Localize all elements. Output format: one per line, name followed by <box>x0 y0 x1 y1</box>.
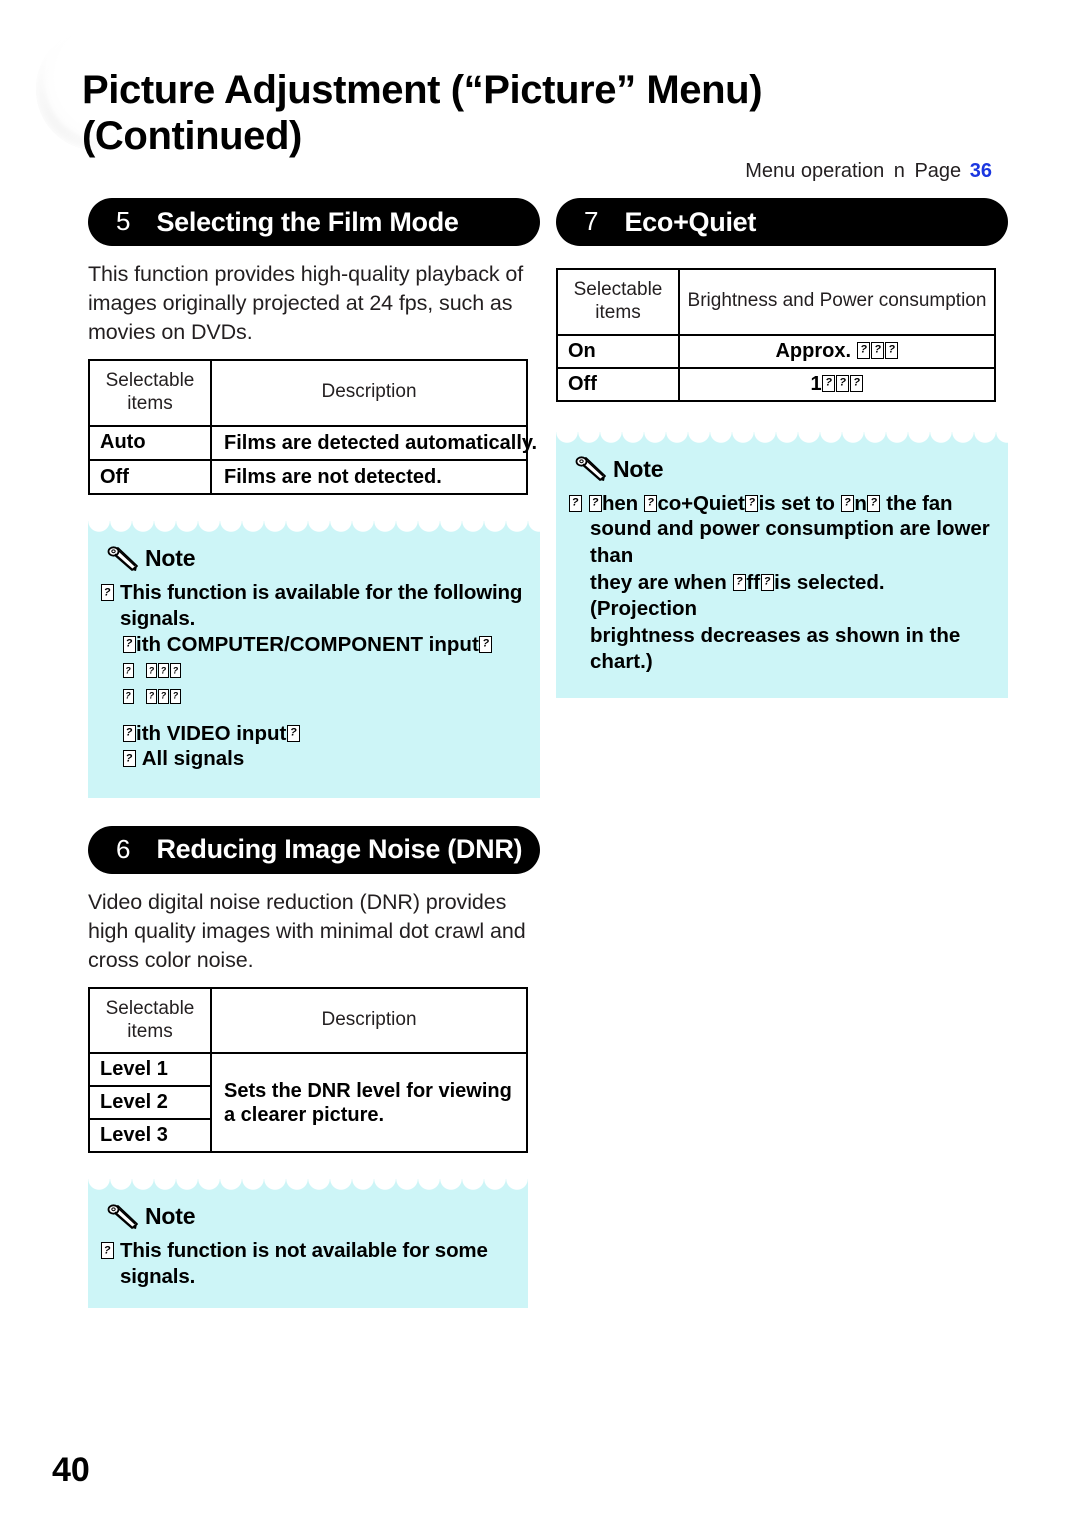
note-item-text: This function is available for the follo… <box>120 581 523 631</box>
dnr-table: Selectable items Description Level 1 Sets… <box>88 986 528 1154</box>
table-header-row: Selectable items Brightness and Power con… <box>556 268 996 336</box>
scalloped-edge-decoration <box>88 1179 528 1191</box>
column-header-selectable-items: Selectable items <box>88 359 212 427</box>
eco-quiet-table: Selectable items Brightness and Power con… <box>556 268 996 402</box>
note-body-film-mode: This function is available for the follo… <box>100 580 524 631</box>
note-box-dnr: Note This function is not available for … <box>88 1179 528 1308</box>
row-description-off: Films are not detected. <box>210 459 528 496</box>
row-item-level-3: Level 3 <box>88 1118 212 1154</box>
pencil-icon <box>106 546 140 572</box>
note-box-eco-quiet: Note hen co+Quietis set to n the fan sou… <box>556 431 1008 699</box>
column-header-brightness-power: Brightness and Power consumption <box>678 268 996 336</box>
page-title-line-1: Picture Adjustment (“Picture” Menu) <box>82 68 763 112</box>
note-signal-all: All signals <box>122 746 524 772</box>
note-line-3: they are when ffis selected. (Projection <box>590 570 992 623</box>
row-item-auto: Auto <box>88 424 212 462</box>
pencil-icon <box>106 1204 140 1230</box>
note-header: Note <box>106 545 524 572</box>
right-column: 7 Eco+Quiet Selectable items Brightness a… <box>556 198 1008 699</box>
note-line-4: brightness decreases as shown in the cha… <box>590 623 961 674</box>
bullet-tofu-glyph <box>100 580 114 606</box>
row-item-off: Off <box>88 459 212 496</box>
left-column: 5 Selecting the Film Mode This function … <box>88 198 540 1308</box>
table-row: Auto Films are detected automatically. <box>88 424 537 462</box>
scalloped-edge-decoration <box>556 431 1008 443</box>
arrow-right-icon: n <box>893 160 905 182</box>
row-item-level-2: Level 2 <box>88 1085 212 1120</box>
page-cross-reference-number: 36 <box>969 160 992 182</box>
section-number: 6 <box>116 833 131 864</box>
note-label: Note <box>145 1203 196 1230</box>
table-row: Off Films are not detected. <box>88 459 528 496</box>
note-header: Note <box>106 1203 512 1230</box>
note-item-text: This function is not available for some … <box>120 1239 488 1289</box>
section-title: Selecting the Film Mode <box>156 206 459 237</box>
pencil-icon <box>574 456 608 482</box>
note-subheading-video: ith VIDEO input <box>122 721 524 747</box>
row-value-off: 1 <box>678 366 996 402</box>
note-header: Note <box>574 456 992 483</box>
row-description-auto: Films are detected automatically. <box>210 424 537 462</box>
section-title: Reducing Image Noise (DNR) <box>156 834 523 865</box>
row-value-on: Approx. <box>678 333 996 369</box>
row-item-level-1: Level 1 <box>88 1052 212 1088</box>
table-row: Level 1 Sets the DNR level for viewing a… <box>88 1052 528 1154</box>
note-signal-line-1 <box>122 657 524 683</box>
film-mode-intro-text: This function provides high-quality play… <box>88 262 524 345</box>
note-line-2: sound and power consumption are lower th… <box>590 517 990 567</box>
page-title: Picture Adjustment (“Picture” Menu) (Con… <box>82 68 982 159</box>
film-mode-table: Selectable items Description Auto Films a… <box>88 359 537 496</box>
note-item: This function is available for the follo… <box>100 580 524 631</box>
page-title-line-2: (Continued) <box>82 113 302 158</box>
note-signal-line-2 <box>122 683 524 709</box>
section-header-eco-quiet: 7 Eco+Quiet <box>556 198 1008 246</box>
note-item: This function is not available for some … <box>100 1238 512 1289</box>
manual-page: Picture Adjustment (“Picture” Menu) (Con… <box>0 0 1080 1532</box>
page-number-footer: 40 <box>52 1451 90 1489</box>
section-number: 7 <box>584 206 599 236</box>
scalloped-edge-decoration <box>88 521 540 533</box>
note-body-eco-quiet: hen co+Quietis set to n the fan <box>568 491 992 517</box>
column-header-selectable-items: Selectable items <box>556 268 680 336</box>
row-description-levels-merged: Sets the DNR level for viewing a clearer… <box>210 1052 528 1154</box>
section-header-film-mode: 5 Selecting the Film Mode <box>88 198 540 246</box>
table-row: Off 1 <box>556 366 996 402</box>
note-label: Note <box>613 455 664 482</box>
section-number: 5 <box>116 206 131 236</box>
note-spacer <box>100 709 524 721</box>
bullet-tofu-glyph <box>568 491 582 517</box>
table-header-row: Selectable items Description <box>88 986 528 1055</box>
row-item-off: Off <box>556 366 680 402</box>
section-header-dnr: 6 Reducing Image Noise (DNR) <box>88 825 540 874</box>
table-header-row: Selectable items Description <box>88 359 528 427</box>
row-item-on: On <box>556 333 680 369</box>
note-body-dnr: This function is not available for some … <box>100 1238 512 1289</box>
bullet-tofu-glyph <box>100 1238 114 1264</box>
note-subheading-computer: ith COMPUTER/COMPONENT input <box>122 632 524 658</box>
menu-operation-label: Menu operation <box>745 160 885 182</box>
column-header-description: Description <box>210 359 528 427</box>
note-box-film-mode: Note This function is available for the … <box>88 521 540 798</box>
note-item-text: hen co+Quietis set to n the fan <box>588 491 953 517</box>
page-label: Page <box>914 160 962 182</box>
dnr-intro-text: Video digital noise reduction (DNR) prov… <box>88 889 526 972</box>
note-label: Note <box>145 545 196 572</box>
section-title: Eco+Quiet <box>624 206 757 237</box>
table-row: On Approx. <box>556 333 996 369</box>
column-header-selectable-items: Selectable items <box>88 986 212 1055</box>
column-header-description: Description <box>210 986 528 1055</box>
menu-operation-reference: Menu operation n Page 36 <box>745 160 992 183</box>
note-item: hen co+Quietis set to n the fan <box>568 491 992 517</box>
